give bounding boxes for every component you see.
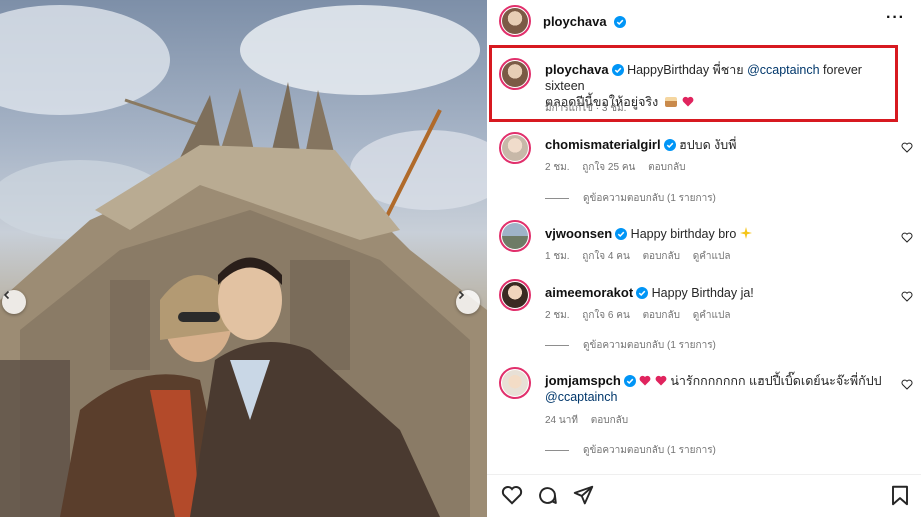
view-replies-button[interactable]: ดูข้อความตอบกลับ (1 รายการ): [545, 338, 716, 353]
view-replies-label: ดูข้อความตอบกลับ (1 รายการ): [583, 193, 716, 204]
heart-icon[interactable]: [901, 142, 913, 153]
comment-text: Happy birthday bro: [630, 227, 737, 241]
comments-panel: ploychava ··· ploychava HappyBirthday พี…: [487, 0, 921, 517]
heart-icon[interactable]: [901, 379, 913, 390]
comment-likes[interactable]: ถูกใจ 4 คน: [582, 251, 630, 262]
comment-time: 2 ชม.: [545, 162, 570, 173]
avatar[interactable]: [499, 279, 531, 311]
verified-badge-icon: [636, 287, 649, 299]
verified-badge-icon: [611, 64, 624, 76]
verified-badge-icon: [615, 228, 628, 240]
comment-meta: 2 ชม. ถูกใจ 6 คน ตอบกลับ ดูคำแปล: [545, 308, 740, 323]
chevron-right-icon: [458, 290, 465, 300]
avatar[interactable]: [499, 220, 531, 252]
verified-badge-icon: [614, 16, 627, 28]
reply-button[interactable]: ตอบกลับ: [643, 251, 680, 262]
share-icon[interactable]: [573, 485, 594, 506]
avatar[interactable]: [499, 132, 531, 164]
sparkles-icon: [739, 227, 752, 239]
comment-username[interactable]: aimeemorakot: [545, 285, 633, 300]
avatar[interactable]: [499, 367, 531, 399]
more-options-icon[interactable]: ···: [886, 9, 905, 27]
comment-meta: 2 ชม. ถูกใจ 25 คน ตอบกลับ: [545, 160, 696, 175]
heart-emoji-icon: [639, 375, 651, 386]
see-translation-button[interactable]: ดูคำแปล: [693, 310, 731, 321]
post-photo[interactable]: [0, 0, 487, 517]
avatar[interactable]: [499, 58, 531, 90]
caption-body-a: HappyBirthday พี่ชาย: [627, 63, 744, 77]
view-replies-button[interactable]: ดูข้อความตอบกลับ (1 รายการ): [545, 191, 716, 206]
comment-text: ฮปบด งับพี่: [679, 138, 737, 152]
like-heart-icon[interactable]: [501, 485, 523, 505]
comment-likes[interactable]: ถูกใจ 25 คน: [582, 162, 635, 173]
post-header: ploychava ···: [487, 0, 921, 42]
comment-meta: 1 ชม. ถูกใจ 4 คน ตอบกลับ ดูคำแปล: [545, 249, 740, 264]
previous-photo-button[interactable]: [2, 290, 26, 314]
comment-text: น่ารักกกกกกก แฮปปี้เบิ๊ดเดย์นะจ๊ะพี่กัปป: [670, 374, 882, 388]
heart-icon[interactable]: [901, 291, 913, 302]
comment-icon[interactable]: [537, 485, 558, 506]
comment-username[interactable]: chomismaterialgirl: [545, 137, 661, 152]
view-replies-label: ดูข้อความตอบกลับ (1 รายการ): [583, 445, 716, 456]
post-author-username[interactable]: ploychava: [543, 14, 607, 29]
comment-meta: 24 นาที ตอบกลับ: [545, 413, 638, 428]
caption-username[interactable]: ploychava: [545, 62, 609, 77]
comment-mention[interactable]: @ccaptainch: [545, 390, 617, 404]
comment-username[interactable]: jomjamspch: [545, 373, 621, 388]
caption-mention[interactable]: @ccaptainch: [747, 63, 819, 77]
see-translation-button[interactable]: ดูคำแปล: [693, 251, 731, 262]
cake-icon: [664, 97, 677, 107]
verified-badge-icon: [663, 139, 676, 151]
reply-button[interactable]: ตอบกลับ: [648, 162, 685, 173]
next-photo-button[interactable]: [456, 290, 480, 314]
chevron-left-icon: [3, 290, 10, 300]
heart-emoji-icon: [682, 96, 694, 107]
comment-username[interactable]: vjwoonsen: [545, 226, 612, 241]
view-replies-button[interactable]: ดูข้อความตอบกลับ (1 รายการ): [545, 443, 716, 458]
view-replies-label: ดูข้อความตอบกลับ (1 รายการ): [583, 340, 716, 351]
comment-text: Happy Birthday ja!: [651, 286, 754, 300]
comment-time: 1 ชม.: [545, 251, 570, 262]
caption-meta: มีการแก้ไข · 3 ชม.: [545, 103, 627, 114]
cathedral-scene-illustration: [0, 5, 487, 517]
reply-button[interactable]: ตอบกลับ: [643, 310, 680, 321]
heart-emoji-icon: [655, 375, 667, 386]
action-bar: [487, 474, 921, 517]
reply-button[interactable]: ตอบกลับ: [591, 415, 628, 426]
comment-time: 24 นาที: [545, 415, 578, 426]
comment-likes[interactable]: ถูกใจ 6 คน: [582, 310, 630, 321]
heart-icon[interactable]: [901, 232, 913, 243]
comment-time: 2 ชม.: [545, 310, 570, 321]
bookmark-icon[interactable]: [891, 485, 909, 506]
avatar[interactable]: [499, 5, 531, 37]
verified-badge-icon: [623, 375, 636, 387]
